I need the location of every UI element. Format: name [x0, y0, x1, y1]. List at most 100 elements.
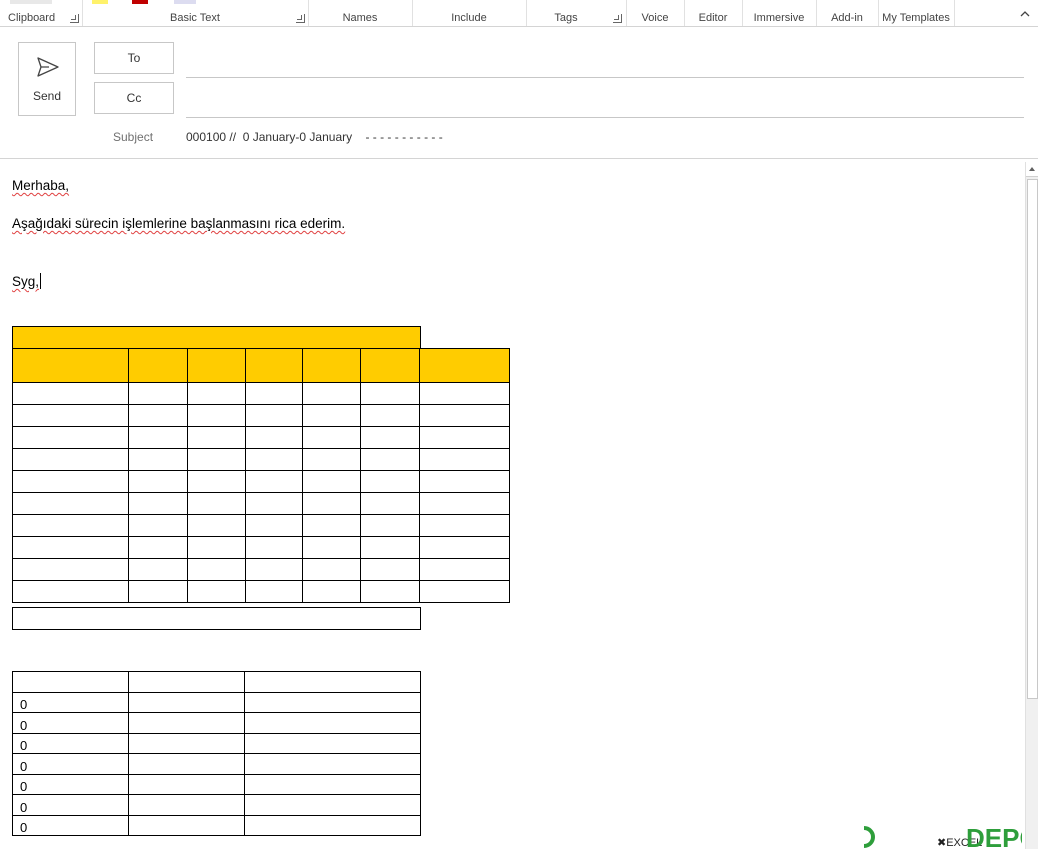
table-cell[interactable] [244, 712, 421, 734]
table-cell[interactable] [360, 470, 421, 493]
signoff-text[interactable]: Syg, [12, 273, 42, 289]
table-cell[interactable] [127, 382, 188, 405]
table-cell[interactable] [244, 558, 304, 581]
table1[interactable] [12, 348, 510, 603]
table-cell[interactable] [127, 732, 246, 754]
table-cell[interactable] [186, 536, 246, 559]
scroll-thumb[interactable] [1027, 179, 1038, 699]
tags-launcher-icon[interactable] [613, 14, 622, 23]
table1-footer-row[interactable] [12, 607, 421, 630]
table-cell[interactable] [419, 448, 510, 471]
table-cell[interactable] [12, 404, 129, 427]
table-cell[interactable] [302, 470, 362, 493]
table-cell[interactable] [127, 814, 246, 836]
table1-header-cell[interactable] [360, 348, 421, 383]
highlight-color-icon[interactable] [92, 0, 108, 4]
table-cell[interactable]: 0 [12, 732, 129, 754]
table-cell[interactable] [360, 448, 421, 471]
table-cell[interactable] [127, 492, 188, 515]
basic-text-launcher-icon[interactable] [296, 14, 305, 23]
table-cell[interactable] [186, 580, 246, 603]
table-cell[interactable] [244, 773, 421, 795]
table-cell[interactable]: 0 [12, 753, 129, 775]
table-cell[interactable]: 0 [12, 691, 129, 713]
table-cell[interactable] [127, 712, 246, 734]
table-cell[interactable] [244, 580, 304, 603]
table-cell[interactable] [360, 492, 421, 515]
table-cell[interactable] [127, 580, 188, 603]
table-cell[interactable] [244, 814, 421, 836]
table-cell[interactable] [244, 794, 421, 816]
table-cell[interactable] [12, 514, 129, 537]
table-cell[interactable] [12, 492, 129, 515]
table-cell[interactable] [302, 558, 362, 581]
table1-header-cell[interactable] [186, 348, 246, 383]
table-cell[interactable] [244, 691, 421, 713]
table-cell[interactable] [302, 404, 362, 427]
table-cell[interactable] [12, 580, 129, 603]
table-cell[interactable] [419, 426, 510, 449]
table1-header-cell[interactable] [244, 348, 304, 383]
table-cell[interactable] [302, 448, 362, 471]
scroll-up-arrow-icon[interactable] [1026, 162, 1038, 177]
table-cell[interactable] [127, 536, 188, 559]
table-cell[interactable] [186, 492, 246, 515]
table-cell[interactable] [127, 794, 246, 816]
table-cell[interactable] [419, 580, 510, 603]
collapse-ribbon-icon[interactable] [1020, 9, 1030, 19]
table-cell[interactable] [419, 470, 510, 493]
table-cell[interactable] [12, 470, 129, 493]
table-cell[interactable] [302, 382, 362, 405]
table-cell[interactable] [302, 492, 362, 515]
table-cell[interactable] [127, 448, 188, 471]
table-cell[interactable] [186, 448, 246, 471]
vertical-scrollbar[interactable] [1025, 162, 1038, 849]
table-cell[interactable] [419, 404, 510, 427]
table-cell[interactable] [127, 470, 188, 493]
subject-field[interactable]: 000100 // 0 January-0 January - - - - - … [186, 130, 443, 144]
table-cell[interactable] [360, 580, 421, 603]
table1-title-cell[interactable] [12, 326, 421, 349]
table-cell[interactable] [127, 404, 188, 427]
table-cell[interactable] [12, 382, 129, 405]
table-cell[interactable] [360, 382, 421, 405]
paste-icon[interactable] [10, 0, 52, 4]
table-cell[interactable] [419, 536, 510, 559]
to-field[interactable] [186, 77, 1024, 78]
table1-header-cell[interactable] [419, 348, 510, 383]
table-cell[interactable] [302, 426, 362, 449]
greeting-text[interactable]: Merhaba, [12, 178, 69, 193]
table-cell[interactable] [419, 382, 510, 405]
table-cell[interactable] [360, 514, 421, 537]
styles-icon[interactable] [174, 0, 196, 4]
table-cell[interactable] [186, 514, 246, 537]
table-cell[interactable] [360, 426, 421, 449]
request-text[interactable]: Aşağıdaki sürecin işlemlerine başlanması… [12, 216, 345, 231]
table-cell[interactable] [244, 448, 304, 471]
send-button[interactable]: Send [18, 42, 76, 116]
table2[interactable]: 0000000 [12, 671, 421, 836]
table-cell[interactable] [302, 580, 362, 603]
table-cell[interactable] [360, 404, 421, 427]
cc-button[interactable]: Cc [94, 82, 174, 114]
table-cell[interactable] [186, 426, 246, 449]
table-cell[interactable] [186, 382, 246, 405]
clipboard-launcher-icon[interactable] [70, 14, 79, 23]
table-cell[interactable]: 0 [12, 814, 129, 836]
table-cell[interactable] [12, 448, 129, 471]
table-cell[interactable] [244, 404, 304, 427]
table-cell[interactable] [12, 426, 129, 449]
table-cell[interactable] [244, 470, 304, 493]
table-cell[interactable] [419, 492, 510, 515]
table-cell[interactable] [302, 536, 362, 559]
font-color-icon[interactable] [132, 0, 148, 4]
table-cell[interactable]: 0 [12, 773, 129, 795]
table-cell[interactable] [360, 536, 421, 559]
table1-footer-cell[interactable] [12, 607, 421, 630]
table-cell[interactable] [127, 753, 246, 775]
table-cell[interactable] [127, 558, 188, 581]
table-cell[interactable] [186, 404, 246, 427]
table-cell[interactable] [127, 514, 188, 537]
table-cell[interactable] [186, 470, 246, 493]
cc-field[interactable] [186, 117, 1024, 118]
